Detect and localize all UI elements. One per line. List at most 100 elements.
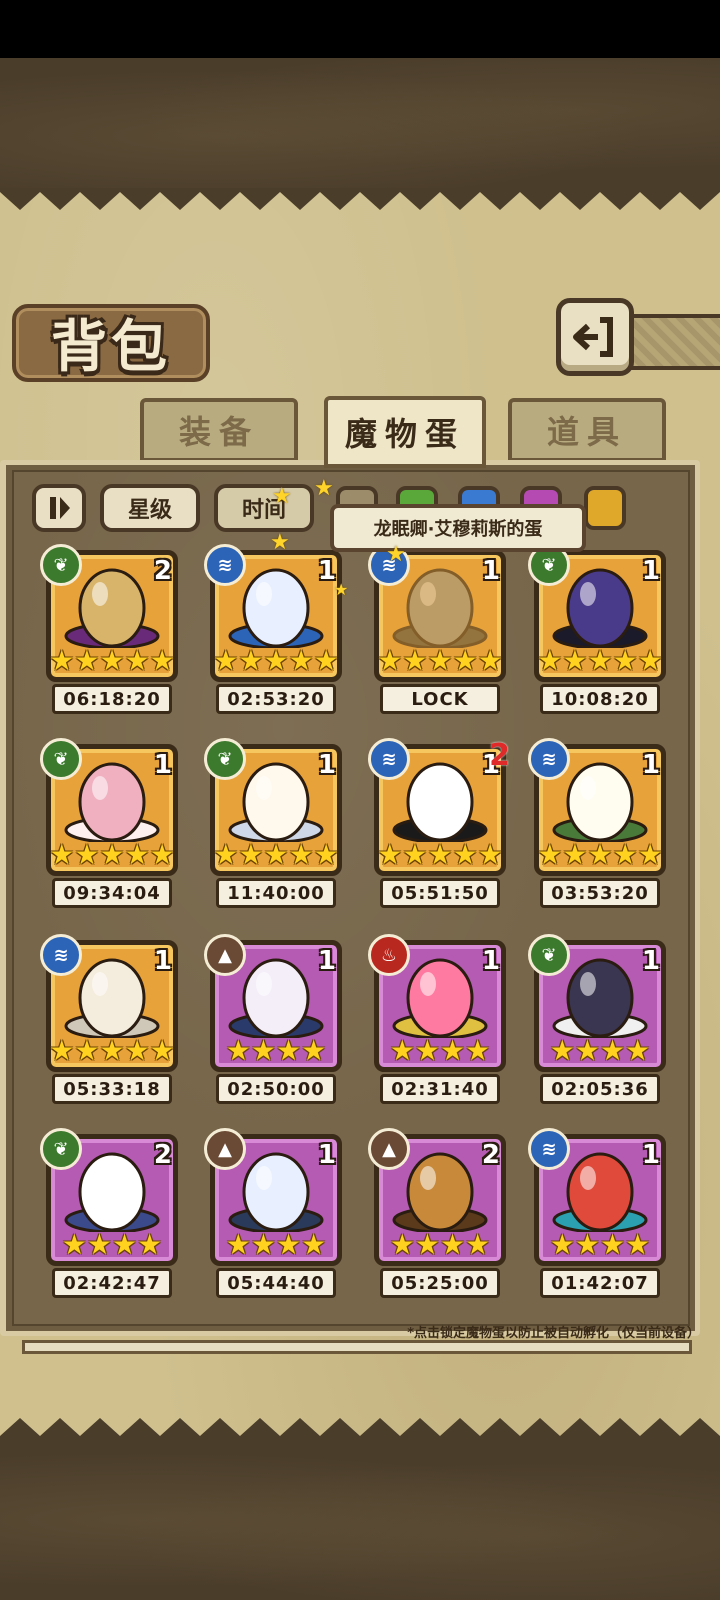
egg-hatch-timer: 05:25:00	[380, 1268, 500, 1298]
star-rating: ★ ★ ★ ★ ★	[49, 838, 175, 871]
star-icon: ★	[587, 838, 613, 871]
star-icon: ★	[440, 1034, 466, 1067]
star-icon: ★	[377, 838, 403, 871]
tab-monster-eggs[interactable]: 魔物蛋	[324, 396, 486, 468]
star-icon: ★	[600, 1228, 626, 1261]
annotation-number: 2	[489, 738, 510, 773]
egg-hatch-timer: 10:08:20	[540, 684, 660, 714]
star-icon: ★	[49, 838, 75, 871]
sort-by-star-button[interactable]: 星级	[100, 484, 200, 532]
back-button[interactable]	[556, 298, 634, 376]
star-icon: ★	[427, 838, 453, 871]
filter-gold-chip[interactable]	[584, 486, 626, 530]
star-icon: ★	[149, 838, 175, 871]
star-icon: ★	[389, 1228, 415, 1261]
star-rating: ★ ★ ★ ★	[216, 1230, 336, 1260]
tab-equipment-label: 装备	[178, 413, 259, 451]
star-icon: ★	[99, 1034, 125, 1067]
panel-bottom-bar	[22, 1340, 692, 1354]
star-rating: ★ ★ ★ ★ ★	[377, 644, 503, 677]
star-icon: ★	[549, 1034, 575, 1067]
egg-hatch-timer: 02:50:00	[216, 1074, 336, 1104]
star-icon: ★	[587, 644, 613, 677]
star-icon: ★	[465, 1228, 491, 1261]
egg-count: 1	[641, 946, 660, 976]
star-icon: ★	[574, 1034, 600, 1067]
star-rating: ★ ★ ★ ★	[52, 1230, 172, 1260]
leaf-element-icon: ❦	[40, 738, 82, 780]
star-icon: ★	[250, 1228, 276, 1261]
tab-monster-eggs-label: 魔物蛋	[344, 415, 465, 453]
star-rating: ★ ★ ★ ★ ★	[213, 644, 339, 677]
egg-card[interactable]: ♨ 1 ★ ★ ★ ★ 02:31:40	[368, 934, 506, 1120]
sort-by-time-button[interactable]: 时间	[214, 484, 314, 532]
egg-count: 1	[481, 946, 500, 976]
egg-card[interactable]: ≋ 1 ★ ★ ★ ★ ★ 02:53:20	[204, 544, 342, 730]
egg-name-tooltip-text: 龙眠卿·艾穆莉斯的蛋	[373, 519, 543, 540]
star-rating: ★ ★ ★ ★ ★	[537, 838, 663, 871]
egg-card[interactable]: ❦ 1 ★ ★ ★ ★ ★ 10:08:20	[528, 544, 666, 730]
egg-card[interactable]: ≋ 1 ★ ★ ★ ★ ★ 05:33:18	[40, 934, 178, 1120]
egg-count: 2	[481, 1140, 500, 1170]
tab-items[interactable]: 道具	[508, 398, 666, 462]
star-icon: ★	[276, 1034, 302, 1067]
star-icon: ★	[61, 1228, 87, 1261]
egg-card[interactable]: ❦ 2 ★ ★ ★ ★ 02:42:47	[40, 1128, 178, 1314]
egg-hatch-timer: 05:33:18	[52, 1074, 172, 1104]
egg-count: 1	[641, 750, 660, 780]
star-icon: ★	[99, 838, 125, 871]
star-icon: ★	[149, 1034, 175, 1067]
egg-card[interactable]: ≋ 1 ★ ★ ★ ★ 01:42:07	[528, 1128, 666, 1314]
tab-equipment[interactable]: 装备	[140, 398, 298, 462]
star-icon: ★	[74, 838, 100, 871]
star-icon: ★	[263, 838, 289, 871]
star-icon: ★	[313, 644, 339, 677]
star-icon: ★	[124, 1034, 150, 1067]
page-title: 背包	[51, 313, 171, 380]
egg-card[interactable]: ❦ 1 ★ ★ ★ ★ ★ 11:40:00	[204, 738, 342, 924]
star-icon: ★	[137, 1228, 163, 1261]
star-rating: ★ ★ ★ ★ ★	[49, 1034, 175, 1067]
egg-hatch-timer: 02:31:40	[380, 1074, 500, 1104]
egg-card[interactable]: ▲ 1 ★ ★ ★ ★ 02:50:00	[204, 934, 342, 1120]
status-bar	[0, 0, 720, 58]
star-icon: ★	[213, 644, 239, 677]
star-icon: ★	[477, 644, 503, 677]
egg-card[interactable]: ≋ 1 ★ ★ ★ ★ ★ 03:53:20	[528, 738, 666, 924]
egg-name-tooltip: 龙眠卿·艾穆莉斯的蛋	[330, 504, 586, 552]
egg-count: 1	[317, 1140, 336, 1170]
sparkle-icon: ★	[270, 530, 290, 555]
egg-card[interactable]: ▲ 2 ★ ★ ★ ★ 05:25:00	[368, 1128, 506, 1314]
egg-card[interactable]: ❦ 2 ★ ★ ★ ★ ★ 06:18:20	[40, 544, 178, 730]
water-element-icon: ≋	[528, 1128, 570, 1170]
star-icon: ★	[124, 644, 150, 677]
star-rating: ★ ★ ★ ★ ★	[537, 644, 663, 677]
sparkle-icon: ★	[334, 580, 349, 599]
star-rating: ★ ★ ★ ★	[216, 1036, 336, 1066]
star-rating: ★ ★ ★ ★	[540, 1036, 660, 1066]
egg-card[interactable]: ≋ 1 ★ ★ ★ ★ ★ 05:51:50 2	[368, 738, 510, 924]
leaf-element-icon: ❦	[40, 544, 82, 586]
egg-card[interactable]: ❦ 1 ★ ★ ★ ★ 02:05:36	[528, 934, 666, 1120]
water-element-icon: ≋	[40, 934, 82, 976]
egg-count: 2	[153, 1140, 172, 1170]
egg-card[interactable]: ≋ 1 ★ ★ ★ ★ ★ LOCK	[368, 544, 506, 730]
star-icon: ★	[112, 1228, 138, 1261]
leaf-element-icon: ❦	[40, 1128, 82, 1170]
star-icon: ★	[149, 644, 175, 677]
star-icon: ★	[625, 1228, 651, 1261]
sort-order-toggle[interactable]	[32, 484, 86, 532]
earth-element-icon: ▲	[204, 1128, 246, 1170]
egg-card[interactable]: ▲ 1 ★ ★ ★ ★ 05:44:40	[204, 1128, 342, 1314]
star-icon: ★	[225, 1034, 251, 1067]
pause-sort-icon	[50, 497, 70, 519]
star-icon: ★	[637, 838, 663, 871]
map-background-top	[0, 58, 720, 188]
star-icon: ★	[389, 1034, 415, 1067]
earth-element-icon: ▲	[368, 1128, 410, 1170]
star-icon: ★	[49, 644, 75, 677]
egg-card[interactable]: ❦ 1 ★ ★ ★ ★ ★ 09:34:04	[40, 738, 178, 924]
back-arrow-icon	[573, 317, 613, 357]
egg-hatch-timer: 05:51:50	[380, 878, 500, 908]
star-icon: ★	[414, 1228, 440, 1261]
